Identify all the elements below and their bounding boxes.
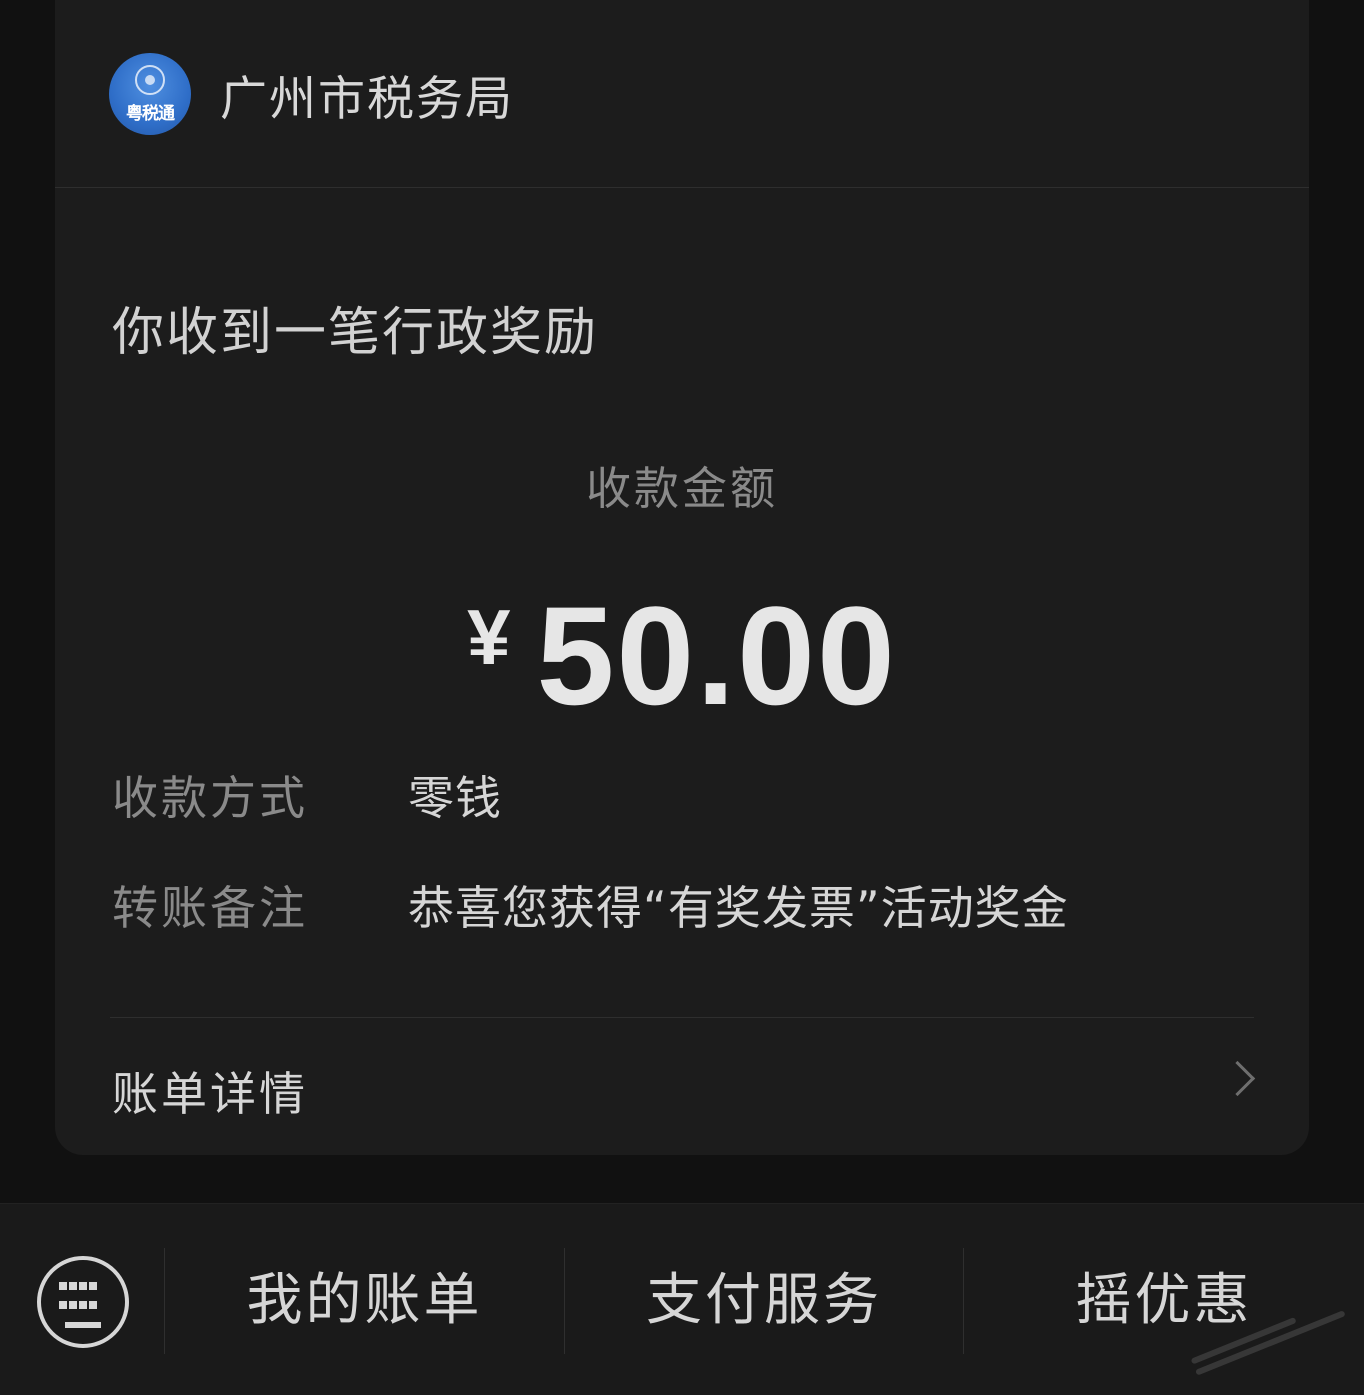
org-name[interactable]: 广州市税务局 — [220, 60, 514, 129]
payment-notice-page: 粤税通 广州市税务局 你收到一笔行政奖励 收款金额 ¥50.00 收款方式 零钱… — [0, 0, 1364, 1395]
org-avatar[interactable]: 粤税通 — [109, 53, 191, 135]
card-header[interactable]: 粤税通 广州市税务局 — [55, 0, 1309, 188]
avatar-label: 粤税通 — [126, 104, 175, 124]
detail-key: 转账备注 — [112, 881, 308, 935]
national-emblem-icon — [135, 65, 165, 95]
amount-label: 收款金额 — [585, 462, 778, 515]
bill-details-label: 账单详情 — [112, 1067, 308, 1121]
detail-value: 恭喜您获得“有奖发票”活动奖金 — [408, 881, 1069, 935]
card-title: 你收到一笔行政奖励 — [112, 303, 599, 363]
detail-key: 收款方式 — [112, 771, 308, 825]
payment-card: 粤税通 广州市税务局 你收到一笔行政奖励 收款金额 ¥50.00 收款方式 零钱… — [55, 0, 1309, 1155]
chevron-right-icon — [1219, 1060, 1256, 1097]
menu-item-payment-services[interactable]: 支付服务 — [565, 1266, 963, 1336]
menu-item-my-bills[interactable]: 我的账单 — [165, 1266, 564, 1336]
keyboard-toggle-button[interactable] — [37, 1256, 129, 1348]
amount-display: ¥50.00 — [55, 575, 1309, 737]
amount-value: 50.00 — [536, 577, 897, 734]
currency-symbol: ¥ — [467, 593, 511, 681]
detail-value: 零钱 — [408, 771, 502, 825]
bottom-menu-bar: 我的账单 支付服务 摇优惠 — [0, 1203, 1364, 1395]
keyboard-icon — [59, 1282, 109, 1328]
bill-details-link[interactable]: 账单详情 — [55, 1018, 1309, 1155]
